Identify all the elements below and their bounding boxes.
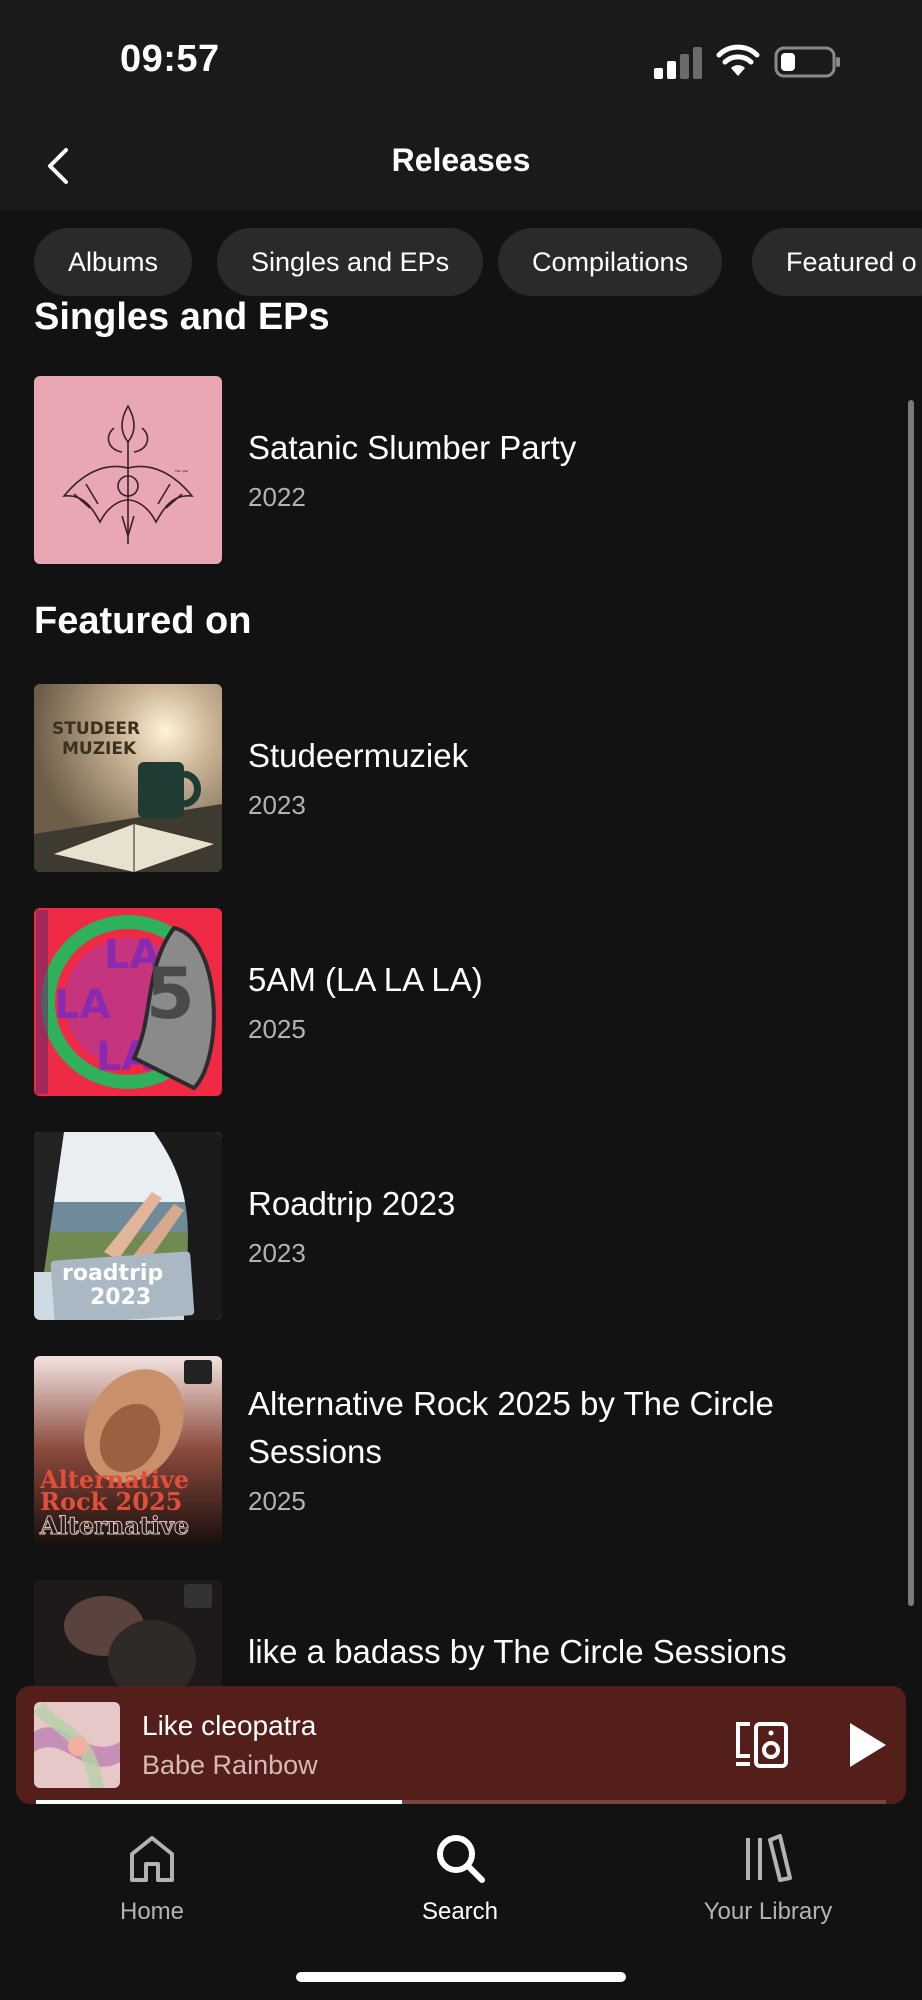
- nav-library-label: Your Library: [703, 1898, 833, 1925]
- page-title: Releases: [391, 142, 531, 178]
- release-title: 5AM (LA LA LA): [248, 961, 483, 998]
- release-year: 2025: [248, 1486, 306, 1516]
- svg-text:Alternative: Alternative: [39, 1511, 189, 1540]
- playback-progress-bar[interactable]: [36, 1800, 886, 1804]
- svg-text:~~: ~~: [174, 467, 189, 477]
- album-cover: STUDEER MUZIEK: [34, 684, 222, 872]
- search-icon: [437, 1835, 485, 1883]
- nav-home-label: Home: [119, 1898, 185, 1925]
- connect-device-icon[interactable]: [734, 1720, 790, 1770]
- album-cover: ~~: [34, 376, 222, 564]
- svg-text:2023: 2023: [90, 1285, 151, 1310]
- section-title-singles: Singles and EPs: [34, 300, 330, 338]
- release-year: 2023: [248, 1238, 306, 1268]
- chip-albums[interactable]: Albums: [34, 228, 193, 296]
- home-icon: [130, 1836, 174, 1882]
- release-title: Studeermuziek: [248, 737, 469, 774]
- chip-singles-eps[interactable]: Singles and EPs: [217, 228, 484, 296]
- svg-text:MUZIEK: MUZIEK: [62, 739, 137, 759]
- wifi-icon: [716, 44, 760, 76]
- svg-text:STUDEER: STUDEER: [52, 719, 140, 739]
- svg-text:5: 5: [146, 953, 195, 1035]
- release-title: like a badass by The Circle Sessions: [248, 1633, 787, 1670]
- chip-featured-on[interactable]: Featured o: [752, 228, 922, 296]
- nav-search[interactable]: Search: [350, 1832, 570, 1926]
- nav-library[interactable]: Your Library: [658, 1832, 878, 1926]
- nav-search-label: Search: [421, 1898, 499, 1925]
- release-title: Roadtrip 2023: [248, 1185, 456, 1222]
- play-icon[interactable]: [846, 1720, 888, 1770]
- release-title: Satanic Slumber Party: [248, 429, 577, 466]
- status-bar: 09:57: [0, 0, 922, 124]
- home-indicator: [296, 1972, 626, 1982]
- release-year: 2022: [248, 482, 306, 512]
- nav-home[interactable]: Home: [42, 1832, 262, 1926]
- release-title: Alternative Rock 2025 by The Circle Sess…: [248, 1385, 774, 1470]
- album-cover: Alternative Rock 2025 Alternative: [34, 1356, 222, 1544]
- album-cover: [34, 1580, 222, 1686]
- list-item[interactable]: like a badass by The Circle Sessions: [34, 1580, 894, 1686]
- section-title-featured: Featured on: [34, 600, 252, 642]
- playback-progress-fill: [36, 1800, 402, 1804]
- album-cover: LA LA LA 5: [34, 908, 222, 1096]
- filter-chips: Albums Singles and EPs Compilations Feat…: [0, 210, 922, 310]
- list-item[interactable]: LA LA LA 5 5AM (LA LA LA) 2025: [34, 908, 894, 1098]
- album-cover: roadtrip 2023: [34, 1132, 222, 1320]
- now-playing-title: Like cleopatra: [142, 1710, 317, 1741]
- mini-player[interactable]: Like cleopatra Babe Rainbow: [16, 1686, 906, 1804]
- now-playing-artwork: [34, 1702, 120, 1788]
- now-playing-artist: Babe Rainbow: [142, 1750, 318, 1780]
- status-time: 09:57: [120, 38, 220, 80]
- header: Releases: [0, 124, 922, 210]
- svg-text:roadtrip: roadtrip: [62, 1261, 163, 1286]
- scrollbar[interactable]: [908, 400, 914, 1606]
- releases-list[interactable]: Singles and EPs ~~ Satanic Slumber Party…: [0, 300, 922, 1686]
- chip-compilations[interactable]: Compilations: [498, 228, 723, 296]
- list-item[interactable]: Alternative Rock 2025 Alternative Altern…: [34, 1356, 894, 1546]
- release-year: 2023: [248, 790, 306, 820]
- release-year: 2025: [248, 1014, 306, 1044]
- library-icon: [746, 1834, 792, 1882]
- list-item[interactable]: STUDEER MUZIEK Studeermuziek 2023: [34, 684, 894, 874]
- list-item[interactable]: ~~ Satanic Slumber Party 2022: [34, 376, 894, 566]
- battery-icon: [774, 46, 840, 78]
- list-item[interactable]: roadtrip 2023 Roadtrip 2023 2023: [34, 1132, 894, 1322]
- svg-text:LA: LA: [54, 982, 110, 1028]
- cellular-signal-icon: [654, 47, 702, 79]
